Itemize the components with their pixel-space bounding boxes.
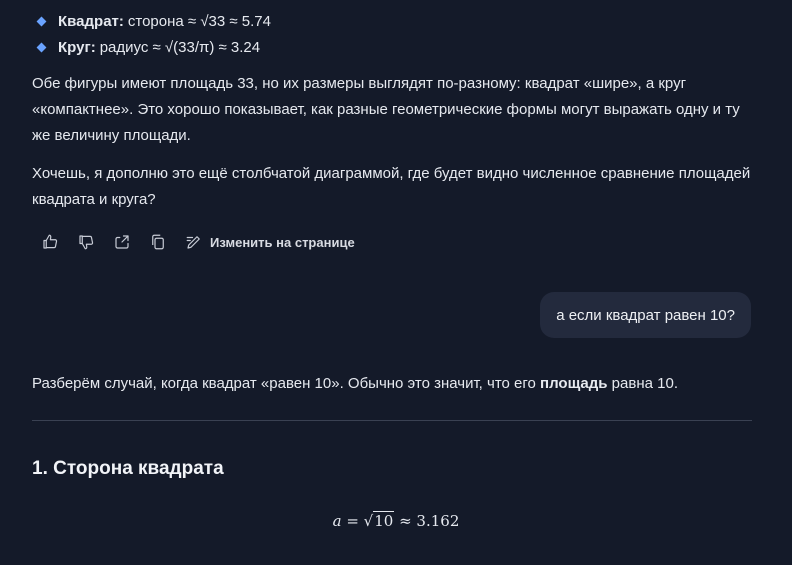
- message-actions: Изменить на странице: [40, 230, 355, 254]
- sqrt-sign: √: [363, 512, 374, 530]
- formula-approx: ≈ 3.162: [394, 512, 460, 530]
- formula-variable: a: [332, 512, 342, 530]
- edit-on-page-label: Изменить на странице: [210, 234, 355, 250]
- user-message-bubble: а если квадрат равен 10?: [540, 292, 751, 338]
- edit-on-page-button[interactable]: Изменить на странице: [184, 232, 355, 252]
- diamond-bullet-icon: [36, 16, 47, 26]
- assistant-paragraph: Обе фигуры имеют площадь 33, но их разме…: [32, 75, 740, 144]
- thumbs-down-icon[interactable]: [76, 232, 96, 252]
- list-item: Квадрат: сторона ≈ √33 ≈ 5.74: [36, 8, 271, 34]
- thumbs-up-icon[interactable]: [40, 232, 60, 252]
- copy-icon[interactable]: [148, 232, 168, 252]
- formula-equals: =: [341, 512, 364, 530]
- sqrt-radicand: 10: [373, 511, 395, 530]
- pencil-icon: [184, 232, 204, 252]
- reply-text: Разберём случай, когда квадрат «равен 10…: [32, 375, 541, 392]
- diamond-bullet-icon: [36, 42, 47, 52]
- section-heading: 1. Сторона квадрата: [32, 458, 224, 479]
- sqrt-expression: √10: [363, 511, 395, 530]
- bullet-text: радиус ≈ √(33/π) ≈ 3.24: [99, 38, 261, 56]
- chat-page: Квадрат: сторона ≈ √33 ≈ 5.74 Круг: ради…: [0, 0, 792, 565]
- list-item: Круг: радиус ≈ √(33/π) ≈ 3.24: [36, 34, 271, 60]
- bullet-text: сторона ≈ √33 ≈ 5.74: [127, 12, 271, 30]
- assistant-paragraph: Хочешь, я дополню это ещё столбчатой диа…: [32, 165, 751, 208]
- user-message-text: а если квадрат равен 10?: [556, 306, 735, 324]
- math-formula: a = √10 ≈ 3.162: [0, 511, 792, 530]
- bullet-list: Квадрат: сторона ≈ √33 ≈ 5.74 Круг: ради…: [36, 8, 271, 60]
- assistant-paragraph: Разберём случай, когда квадрат «равен 10…: [32, 371, 762, 397]
- reply-text: равна 10.: [607, 375, 678, 392]
- bullet-label: Круг:: [58, 38, 96, 56]
- reply-bold: площадь: [540, 375, 608, 392]
- share-icon[interactable]: [112, 232, 132, 252]
- divider: [32, 420, 752, 421]
- bullet-label: Квадрат:: [58, 12, 124, 30]
